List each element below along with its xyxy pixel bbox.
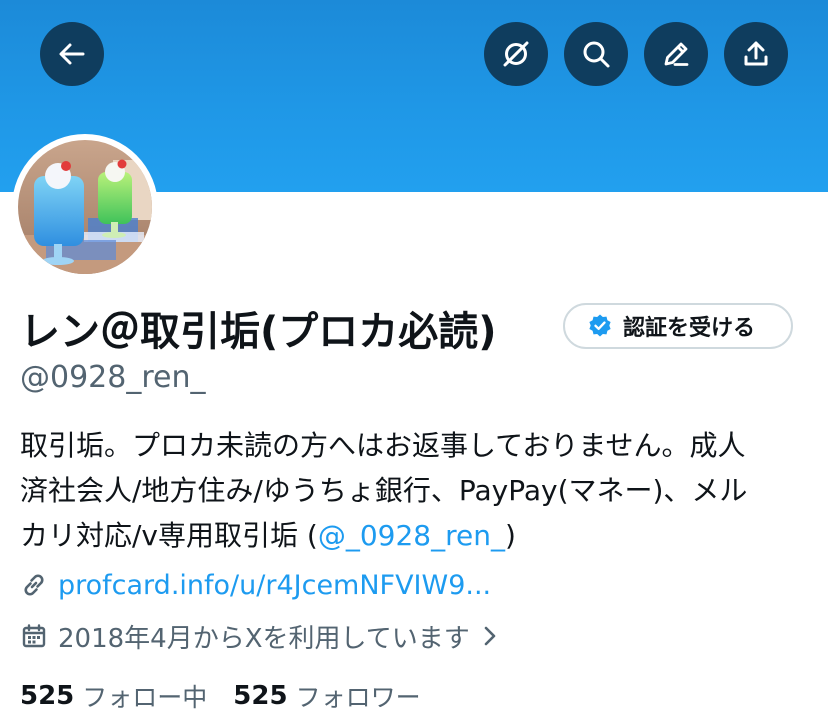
bio-mention-link[interactable]: @_0928_ren_ (318, 519, 505, 552)
chevron-right-icon (484, 626, 496, 646)
following-count[interactable]: 525 (20, 681, 74, 711)
share-button[interactable] (724, 22, 788, 86)
display-name: レン＠取引垢(プロカ必読) (20, 309, 497, 355)
edit-button[interactable] (644, 22, 708, 86)
privacy-button[interactable] (484, 22, 548, 86)
back-button[interactable] (40, 22, 104, 86)
followers-label[interactable]: フォロワー (296, 678, 421, 714)
website-link[interactable]: profcard.info/u/r4JcemNFVIW9... (58, 570, 491, 601)
bio-line-text: カリ対応/v専用取引垢 ( (20, 519, 318, 552)
lock-slash-icon (503, 41, 529, 67)
display-name-row: レン＠取引垢(プロカ必読) (20, 298, 497, 358)
get-verified-label: 認証を受ける (623, 316, 756, 341)
follow-stats: 525 フォロー中 525 フォロワー (20, 676, 421, 716)
following-label[interactable]: フォロー中 (82, 678, 207, 714)
link-icon (24, 574, 44, 596)
verified-badge-icon (589, 314, 611, 337)
bio-line-last: カリ対応/v専用取引垢 (@_0928_ren_) (20, 513, 820, 558)
profile-website: profcard.info/u/r4JcemNFVIW9... (20, 565, 491, 605)
profile-bio: 取引垢。プロカ未読の方へはお返事しておりません。成人 済社会人/地方住み/ゆうち… (20, 423, 820, 558)
bio-line: 済社会人/地方住み/ゆうちょ銀行、PayPay(マネー)、メル (20, 474, 748, 507)
share-icon (744, 41, 768, 66)
joined-date-text: 2018年4月からXを利用しています (58, 623, 470, 654)
calendar-icon (22, 624, 46, 648)
search-icon (583, 41, 610, 68)
bio-suffix: ) (504, 519, 516, 552)
avatar[interactable] (12, 134, 158, 280)
followers-count[interactable]: 525 (233, 681, 287, 711)
search-button[interactable] (564, 22, 628, 86)
bio-line: 取引垢。プロカ未読の方へはお返事しておりません。成人 (20, 429, 746, 462)
avatar-photo (18, 140, 152, 274)
edit-icon (664, 42, 689, 66)
joined-date-row[interactable]: 2018年4月からXを利用しています (20, 616, 502, 656)
get-verified-button[interactable]: 認証を受ける (563, 303, 793, 349)
profile-page: レン＠取引垢(プロカ必読) 認証を受ける @0928_ren_ 取引垢。プロカ未… (0, 0, 828, 721)
username-handle: @0928_ren_ (20, 360, 206, 395)
arrow-left-icon (59, 43, 85, 65)
